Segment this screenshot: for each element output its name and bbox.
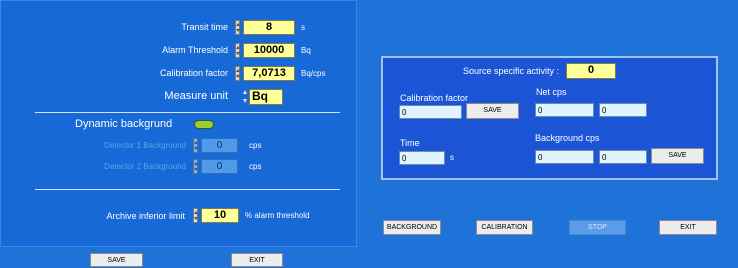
dynamic-background-label: Dynamic backgrund (75, 118, 173, 130)
settings-panel: Transit time 8 s Alarm Threshold 10000 B… (0, 0, 357, 247)
calibration-factor-label: Calibration factor (159, 68, 228, 78)
calibration-factor-input[interactable]: 7,0713 (243, 66, 295, 81)
alarm-threshold-unit: Bq (301, 46, 311, 55)
arrow-down-icon (243, 99, 247, 103)
background-button[interactable]: BACKGROUND (383, 220, 441, 235)
time-label: Time (400, 138, 420, 148)
detector1-background-label: Detector 1 Background (104, 141, 186, 150)
calibration-button[interactable]: CALIBRATION (476, 220, 533, 235)
divider (35, 189, 340, 190)
archive-limit-unit: % alarm threshold (245, 211, 310, 220)
measure-unit-ring[interactable]: Bq (249, 89, 283, 105)
calibration-factor-spinner[interactable] (235, 66, 240, 81)
exit-right-button[interactable]: EXIT (659, 220, 717, 235)
transit-time-unit: s (301, 23, 305, 32)
calibration-save-button[interactable]: SAVE (466, 103, 519, 119)
background-cps-output-1: 0 (535, 150, 594, 164)
time-unit: s (450, 153, 454, 162)
detector2-background-label: Detector 2 Background (104, 162, 186, 171)
detector1-spinner (193, 138, 198, 153)
source-activity-label: Source specific activity : (463, 66, 560, 76)
transit-time-input[interactable]: 8 (243, 20, 295, 35)
calibration-factor-label: Calibration factor (400, 93, 469, 103)
alarm-threshold-label: Alarm Threshold (162, 45, 228, 55)
transit-time-label: Transit time (181, 22, 228, 32)
dynamic-background-toggle[interactable] (194, 120, 214, 129)
background-save-button[interactable]: SAVE (651, 148, 704, 164)
exit-button[interactable]: EXIT (231, 253, 283, 267)
background-cps-output-2: 0 (599, 150, 647, 164)
archive-limit-spinner[interactable] (193, 208, 198, 223)
background-cps-label: Background cps (535, 133, 600, 143)
archive-limit-input[interactable]: 10 (201, 208, 239, 223)
net-cps-output-2: 0 (599, 103, 647, 117)
net-cps-output-1: 0 (535, 103, 594, 117)
detector1-unit: cps (249, 141, 262, 150)
time-output: 0 (399, 151, 445, 165)
calibration-panel: Source specific activity : 0 Calibration… (381, 56, 718, 180)
detector2-background-input: 0 (201, 159, 238, 174)
detector1-background-input: 0 (201, 138, 238, 153)
arrow-up-icon (243, 90, 247, 94)
alarm-threshold-spinner[interactable] (235, 43, 240, 58)
measure-unit-ring-arrows[interactable] (243, 89, 247, 104)
calibration-factor-output: 0 (399, 105, 462, 119)
stop-button: STOP (569, 220, 626, 235)
measure-unit-label: Measure unit (164, 90, 228, 102)
detector2-spinner (193, 159, 198, 174)
transit-time-spinner[interactable] (235, 20, 240, 35)
detector2-unit: cps (249, 162, 262, 171)
divider (35, 112, 340, 113)
calibration-factor-unit: Bq/cps (301, 69, 326, 78)
save-button[interactable]: SAVE (90, 253, 143, 267)
alarm-threshold-input[interactable]: 10000 (243, 43, 295, 58)
archive-limit-label: Archive inferior limit (106, 211, 185, 221)
net-cps-label: Net cps (536, 87, 567, 97)
source-activity-input[interactable]: 0 (566, 63, 616, 79)
